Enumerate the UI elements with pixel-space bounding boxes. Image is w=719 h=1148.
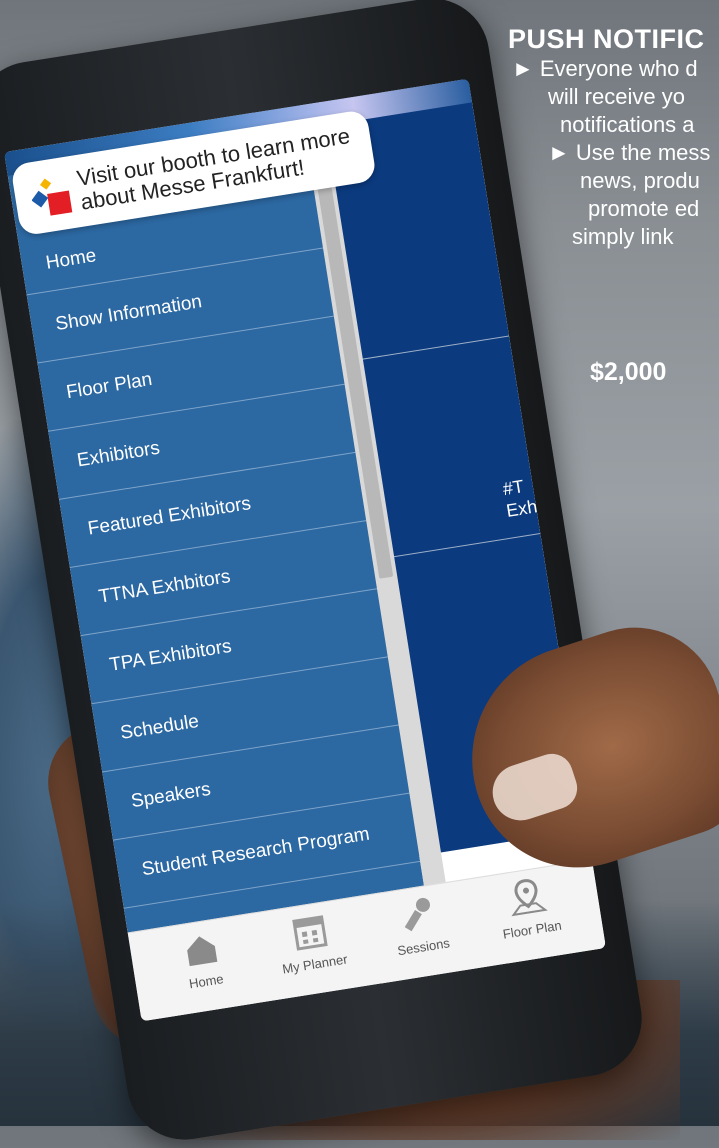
menu-item-label: Featured Exhibitors xyxy=(86,493,253,540)
nav-label: Sessions xyxy=(396,935,451,959)
menu-item-label: TPA Exhibitors xyxy=(108,635,233,676)
map-pin-icon xyxy=(511,879,548,917)
nav-floor-plan[interactable]: Floor Plan xyxy=(474,869,582,945)
menu-item-label: Show Information xyxy=(54,291,204,336)
nav-label: My Planner xyxy=(281,951,349,977)
calendar-icon xyxy=(292,915,328,951)
menu-item-label: TTNA Exhbitors xyxy=(97,566,232,608)
microphone-icon xyxy=(404,897,430,932)
menu-item-label: Home xyxy=(44,245,98,274)
nav-home[interactable]: Home xyxy=(148,921,256,997)
menu-item-label: Schedule xyxy=(118,710,201,745)
messe-frankfurt-logo xyxy=(31,178,73,216)
nav-label: Floor Plan xyxy=(501,917,563,942)
nav-label: Home xyxy=(187,971,225,992)
menu-item-label: Floor Plan xyxy=(64,368,154,404)
menu-item-label: Exhibitors xyxy=(75,437,162,472)
nav-sessions[interactable]: Sessions xyxy=(366,886,474,962)
home-icon xyxy=(187,936,218,967)
phone: #T Exhi Home Show Information Floor Plan… xyxy=(0,0,719,1148)
nav-my-planner[interactable]: My Planner xyxy=(257,903,365,979)
menu-item-label: Speakers xyxy=(129,778,213,813)
